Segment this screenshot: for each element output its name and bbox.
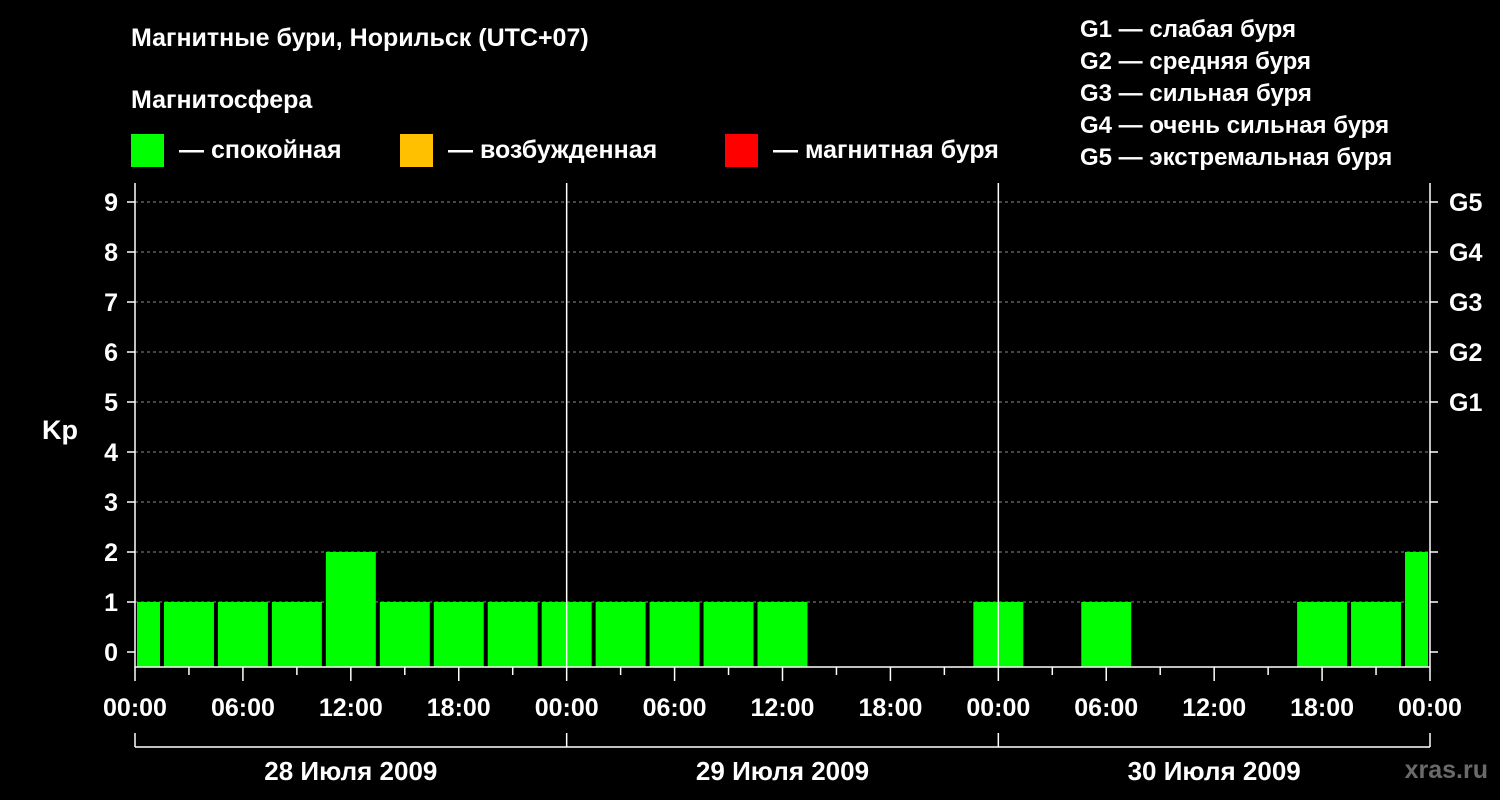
x-tick-label-10: 12:00 — [1182, 694, 1246, 722]
x-tick-label-7: 18:00 — [858, 694, 922, 722]
y-tick-label-7: 7 — [104, 289, 118, 317]
x-tick-label-5: 06:00 — [643, 694, 707, 722]
kp-bar-2 — [217, 602, 268, 667]
kp-bar-7 — [487, 602, 538, 667]
x-tick-label-12: 00:00 — [1398, 694, 1462, 722]
kp-bar-6 — [433, 602, 484, 667]
y-tick-label-0: 0 — [104, 639, 118, 667]
kp-bar-10 — [649, 602, 700, 667]
kp-bar-23 — [1351, 602, 1402, 667]
y-tick-label-2: 2 — [104, 539, 118, 567]
x-tick-label-3: 18:00 — [427, 694, 491, 722]
kp-bar-11 — [703, 602, 754, 667]
kp-bar-0 — [137, 602, 160, 667]
g-scale-label-g5: G5 — [1449, 189, 1482, 217]
kp-bar-24 — [1405, 552, 1428, 667]
x-tick-label-0: 00:00 — [103, 694, 167, 722]
kp-bar-9 — [595, 602, 646, 667]
y-axis-title: Kp — [42, 415, 78, 445]
y-tick-label-8: 8 — [104, 239, 118, 267]
g-scale-label-g3: G3 — [1449, 289, 1482, 317]
y-tick-label-1: 1 — [104, 589, 118, 617]
x-tick-label-11: 18:00 — [1290, 694, 1354, 722]
x-tick-label-2: 12:00 — [319, 694, 383, 722]
day-label-2: 29 Июля 2009 — [696, 756, 869, 786]
y-tick-label-5: 5 — [104, 389, 118, 417]
y-tick-label-9: 9 — [104, 189, 118, 217]
x-tick-label-6: 12:00 — [751, 694, 815, 722]
x-tick-label-4: 00:00 — [535, 694, 599, 722]
x-tick-label-8: 00:00 — [966, 694, 1030, 722]
y-tick-label-6: 6 — [104, 339, 118, 367]
kp-bar-5 — [379, 602, 430, 667]
day-label-1: 28 Июля 2009 — [264, 756, 437, 786]
kp-bar-12 — [757, 602, 808, 667]
g-scale-label-g4: G4 — [1449, 239, 1482, 267]
day-label-3: 30 Июля 2009 — [1128, 756, 1301, 786]
x-tick-label-1: 06:00 — [211, 694, 275, 722]
y-tick-label-3: 3 — [104, 489, 118, 517]
y-tick-label-4: 4 — [104, 439, 118, 467]
kp-bar-4 — [325, 552, 376, 667]
kp-bar-1 — [163, 602, 214, 667]
kp-bar-chart: 0 1 2 3 4 5 6 7 8 9 G1 G2 G3 G4 G5 Kp 00:00 06:00 12:00 18:… — [42, 183, 1482, 786]
kp-bar-3 — [271, 602, 322, 667]
kp-bar-22 — [1297, 602, 1348, 667]
x-tick-label-9: 06:00 — [1074, 694, 1138, 722]
g-scale-label-g1: G1 — [1449, 389, 1482, 417]
kp-bar-18 — [1081, 602, 1132, 667]
site-watermark: xras.ru — [1404, 756, 1488, 784]
g-scale-label-g2: G2 — [1449, 339, 1482, 367]
